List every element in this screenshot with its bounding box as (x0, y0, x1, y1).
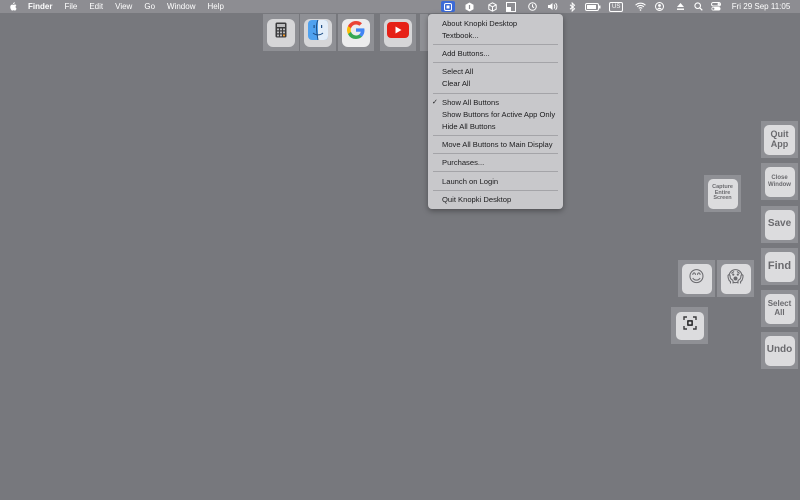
battery-icon[interactable] (584, 0, 602, 13)
menu-item-move-to-main-display[interactable]: Move All Buttons to Main Display (442, 139, 553, 150)
find-button[interactable]: Find (761, 248, 798, 285)
menu-separator (433, 44, 558, 45)
menu-item-hide-all-buttons[interactable]: Hide All Buttons (442, 121, 496, 132)
calculator-icon (275, 22, 287, 43)
menu-go[interactable]: Go (144, 0, 155, 13)
find-label: Find (764, 251, 795, 282)
smile-emoji-button[interactable]: 😊 (678, 260, 715, 297)
menu-view[interactable]: View (115, 0, 132, 13)
bluetooth-icon[interactable] (567, 0, 577, 13)
menu-help[interactable]: Help (207, 0, 223, 13)
close-window-button[interactable]: Close Window (761, 163, 798, 200)
menu-item-select-all[interactable]: Select All (442, 66, 473, 77)
finder-button[interactable] (300, 14, 336, 51)
close-window-label: Close Window (764, 166, 795, 197)
menu-window[interactable]: Window (167, 0, 195, 13)
screenshot-selection-icon (682, 316, 697, 335)
menu-item-about[interactable]: About Knopki Desktop (442, 18, 517, 29)
input-source-menu[interactable]: US (609, 2, 624, 12)
menu-item-purchases[interactable]: Purchases... (442, 157, 484, 168)
menu-item-quit[interactable]: Quit Knopki Desktop (442, 194, 511, 205)
menu-bar: Finder File Edit View Go Window Help US (0, 0, 800, 13)
menu-item-show-all-buttons[interactable]: Show All Buttons (442, 97, 499, 108)
undo-button[interactable]: Undo (761, 332, 798, 369)
menu-item-clear-all[interactable]: Clear All (442, 78, 470, 89)
save-label: Save (764, 209, 795, 240)
smile-emoji: 😊 (681, 263, 712, 294)
hexagon-status-icon[interactable] (463, 0, 475, 13)
user-account-icon[interactable] (653, 0, 665, 13)
apple-logo-icon[interactable] (7, 0, 19, 13)
resize-window-status-icon[interactable] (505, 0, 517, 13)
partial-top-button[interactable] (420, 14, 428, 51)
menu-item-add-buttons[interactable]: Add Buttons... (442, 48, 490, 59)
knopki-menu: About Knopki Desktop Textbook... Add But… (428, 14, 563, 209)
select-all-label: Select All (764, 293, 795, 324)
menu-separator (433, 153, 558, 154)
quit-app-label: Quit App (764, 124, 795, 155)
scream-emoji: 😱 (720, 263, 751, 294)
checkmark-icon: ✓ (432, 99, 438, 106)
menu-separator (433, 190, 558, 191)
finder-icon (308, 19, 328, 45)
scream-emoji-button[interactable]: 😱 (717, 260, 754, 297)
eject-icon[interactable] (674, 0, 686, 13)
undo-label: Undo (764, 335, 795, 366)
menu-separator (433, 135, 558, 136)
quit-app-button[interactable]: Quit App (761, 121, 798, 158)
volume-icon[interactable] (546, 0, 560, 13)
time-machine-icon[interactable] (526, 0, 538, 13)
menu-separator (433, 62, 558, 63)
youtube-button[interactable] (380, 14, 416, 51)
menu-file[interactable]: File (64, 0, 77, 13)
youtube-icon (387, 22, 409, 43)
save-button[interactable]: Save (761, 206, 798, 243)
wifi-icon[interactable] (633, 0, 647, 13)
menu-item-textbook[interactable]: Textbook... (442, 30, 479, 41)
calculator-button[interactable] (263, 14, 299, 51)
menu-item-show-active-app-only[interactable]: Show Buttons for Active App Only (442, 109, 555, 120)
menubar-clock[interactable]: Fri 29 Sep 11:05 (730, 0, 792, 13)
menu-separator (433, 171, 558, 172)
menu-edit[interactable]: Edit (89, 0, 103, 13)
cube-status-icon[interactable] (486, 0, 498, 13)
screenshot-selection-button[interactable] (671, 307, 708, 344)
menu-finder[interactable]: Finder (28, 0, 52, 13)
knopki-status-icon[interactable] (441, 1, 455, 12)
menu-separator (433, 93, 558, 94)
select-all-button[interactable]: Select All (761, 290, 798, 327)
google-icon (346, 20, 366, 45)
menu-item-launch-on-login[interactable]: Launch on Login (442, 176, 498, 187)
search-icon[interactable] (692, 0, 704, 13)
control-center-icon[interactable] (710, 0, 722, 13)
google-button[interactable] (338, 14, 374, 51)
capture-entire-screen-label: Capture Entire Screen (707, 178, 738, 209)
capture-entire-screen-button[interactable]: Capture Entire Screen (704, 175, 741, 212)
